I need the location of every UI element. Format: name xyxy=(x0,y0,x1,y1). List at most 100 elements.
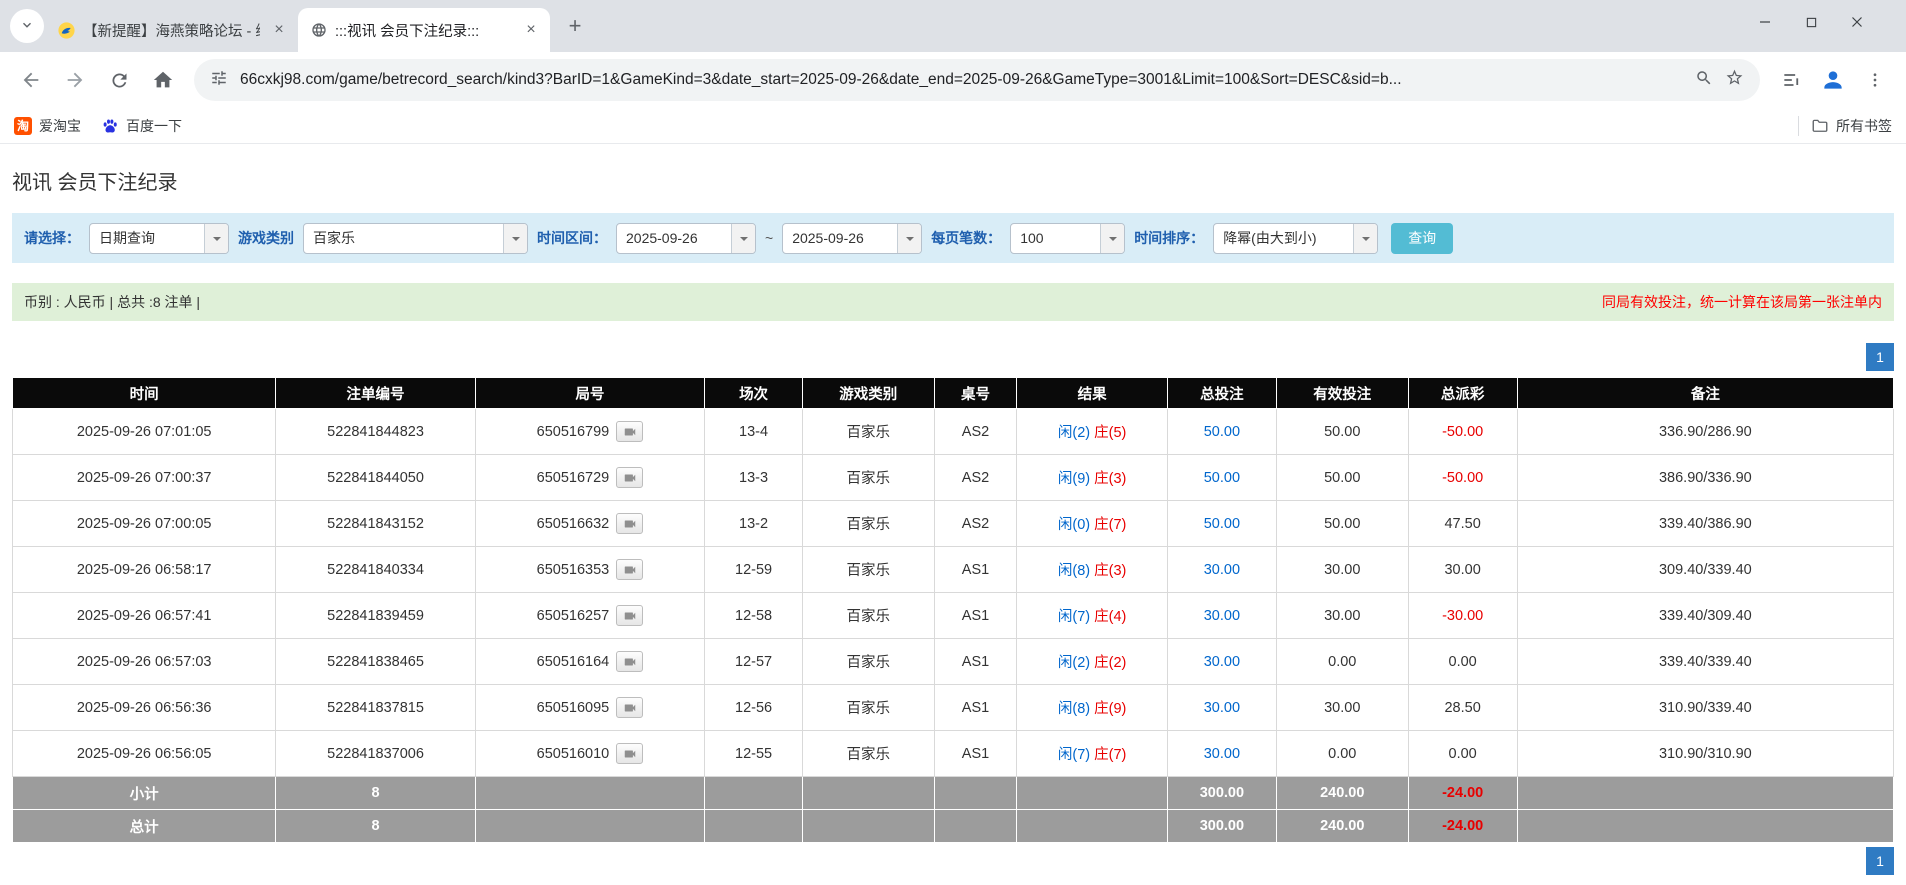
tab-search-button[interactable] xyxy=(10,9,44,43)
chevron-down-icon[interactable] xyxy=(1353,224,1377,253)
result-banker: 庄(3) xyxy=(1094,471,1126,487)
pagination-top: 1 xyxy=(12,343,1894,371)
bookmark-taobao[interactable]: 淘 爱淘宝 xyxy=(14,116,81,136)
cell-time: 2025-09-26 06:58:17 xyxy=(13,547,276,593)
bookmark-star-icon[interactable] xyxy=(1725,68,1744,92)
cell-time: 2025-09-26 06:56:36 xyxy=(13,685,276,731)
cell-round-id: 650516353 xyxy=(475,547,704,593)
result-banker: 庄(7) xyxy=(1094,517,1126,533)
total-bet-link[interactable]: 30.00 xyxy=(1204,700,1240,716)
tab-betrecord[interactable]: :::视讯 会员下注纪录::: × xyxy=(298,8,550,52)
video-replay-icon[interactable] xyxy=(616,743,643,764)
chevron-down-icon[interactable] xyxy=(897,224,921,253)
cell-payout: 47.50 xyxy=(1408,501,1517,547)
tab-close-icon[interactable]: × xyxy=(268,19,290,41)
total-bet-link[interactable]: 30.00 xyxy=(1204,654,1240,670)
address-bar[interactable]: 66cxkj98.com/game/betrecord_search/kind3… xyxy=(194,59,1760,101)
bookmark-label: 爱淘宝 xyxy=(39,116,81,136)
video-replay-icon[interactable] xyxy=(616,605,643,626)
game-type-select[interactable]: 百家乐 xyxy=(303,223,528,254)
divider xyxy=(1798,116,1799,136)
col-header-session: 场次 xyxy=(705,378,803,409)
total-bet-link[interactable]: 30.00 xyxy=(1204,608,1240,624)
col-header-game: 游戏类别 xyxy=(802,378,934,409)
result-player: 闲(8) xyxy=(1058,563,1090,579)
date-end-input[interactable]: 2025-09-26 xyxy=(782,223,922,254)
result-banker: 庄(7) xyxy=(1094,747,1126,763)
query-type-select[interactable]: 日期查询 xyxy=(89,223,229,254)
cell-total-bet: 30.00 xyxy=(1167,731,1276,777)
query-type-label: 请选择： xyxy=(24,228,80,248)
cell-game: 百家乐 xyxy=(802,731,934,777)
extensions-icon[interactable] xyxy=(1770,59,1812,101)
video-replay-icon[interactable] xyxy=(616,651,643,672)
forward-button[interactable] xyxy=(54,59,96,101)
chevron-down-icon[interactable] xyxy=(503,224,527,253)
video-replay-icon[interactable] xyxy=(616,559,643,580)
cell-remark: 339.40/339.40 xyxy=(1517,639,1893,685)
round-id-text: 650516799 xyxy=(537,424,610,440)
table-footer: 小计 8 300.00 240.00 -24.00 总计 8 300.00 24… xyxy=(13,777,1894,843)
zoom-icon[interactable] xyxy=(1695,69,1713,92)
new-tab-button[interactable]: + xyxy=(558,9,592,43)
cell-table-no: AS2 xyxy=(934,409,1017,455)
chevron-down-icon[interactable] xyxy=(1100,224,1124,253)
back-button[interactable] xyxy=(10,59,52,101)
search-button[interactable]: 查询 xyxy=(1391,223,1453,254)
total-bet-link[interactable]: 30.00 xyxy=(1204,746,1240,762)
cell-time: 2025-09-26 06:57:03 xyxy=(13,639,276,685)
tab-close-icon[interactable]: × xyxy=(520,19,542,41)
video-replay-icon[interactable] xyxy=(616,513,643,534)
tab-forum[interactable]: 【新提醒】海燕策略论坛 - 综合 × xyxy=(46,8,298,52)
col-header-result: 结果 xyxy=(1017,378,1167,409)
all-bookmarks-button[interactable]: 所有书签 xyxy=(1811,116,1892,136)
date-range-label: 时间区间： xyxy=(537,228,607,248)
col-header-round-id: 局号 xyxy=(475,378,704,409)
result-player: 闲(0) xyxy=(1058,517,1090,533)
total-bet-link[interactable]: 50.00 xyxy=(1204,470,1240,486)
total-bet-link[interactable]: 50.00 xyxy=(1204,516,1240,532)
cell-round-id: 650516257 xyxy=(475,593,704,639)
table-row: 2025-09-26 06:58:17 522841840334 6505163… xyxy=(13,547,1894,593)
maximize-button[interactable] xyxy=(1788,0,1834,44)
summary-currency-count: 币别 : 人民币 | 总共 :8 注单 | xyxy=(24,292,200,312)
date-start-input[interactable]: 2025-09-26 xyxy=(616,223,756,254)
total-bet-link[interactable]: 30.00 xyxy=(1204,562,1240,578)
page-number-button[interactable]: 1 xyxy=(1866,343,1894,371)
cell-valid-bet: 0.00 xyxy=(1276,639,1408,685)
cell-valid-bet: 30.00 xyxy=(1276,685,1408,731)
cell-session: 12-55 xyxy=(705,731,803,777)
cell-session: 13-3 xyxy=(705,455,803,501)
cell-table-no: AS1 xyxy=(934,685,1017,731)
cell-payout: -50.00 xyxy=(1408,409,1517,455)
site-settings-icon[interactable] xyxy=(210,69,228,92)
minimize-button[interactable] xyxy=(1742,0,1788,44)
chevron-down-icon[interactable] xyxy=(204,224,228,253)
bet-records-table: 时间 注单编号 局号 场次 游戏类别 桌号 结果 总投注 有效投注 总派彩 备注… xyxy=(12,377,1894,843)
refresh-button[interactable] xyxy=(98,59,140,101)
page-number-button[interactable]: 1 xyxy=(1866,847,1894,875)
cell-bet-id: 522841844050 xyxy=(276,455,475,501)
page-size-select[interactable]: 100 xyxy=(1010,223,1125,254)
cell-round-id: 650516632 xyxy=(475,501,704,547)
menu-kebab-icon[interactable] xyxy=(1854,59,1896,101)
cell-time: 2025-09-26 07:01:05 xyxy=(13,409,276,455)
video-replay-icon[interactable] xyxy=(616,421,643,442)
date-start-value: 2025-09-26 xyxy=(617,230,731,246)
sort-order-select[interactable]: 降幂(由大到小) xyxy=(1213,223,1378,254)
profile-avatar[interactable] xyxy=(1816,63,1850,97)
video-replay-icon[interactable] xyxy=(616,467,643,488)
tab-title: 【新提醒】海燕策略论坛 - 综合 xyxy=(83,20,260,41)
home-button[interactable] xyxy=(142,59,184,101)
total-bet-link[interactable]: 50.00 xyxy=(1204,424,1240,440)
video-replay-icon[interactable] xyxy=(616,697,643,718)
chevron-down-icon[interactable] xyxy=(731,224,755,253)
cell-remark: 339.40/386.90 xyxy=(1517,501,1893,547)
bookmark-baidu[interactable]: 百度一下 xyxy=(101,116,182,136)
round-id-text: 650516632 xyxy=(537,516,610,532)
close-button[interactable] xyxy=(1834,0,1880,44)
url-text[interactable]: 66cxkj98.com/game/betrecord_search/kind3… xyxy=(240,71,1683,89)
cell-bet-id: 522841837006 xyxy=(276,731,475,777)
bookmark-label: 百度一下 xyxy=(126,116,182,136)
total-count: 8 xyxy=(276,810,475,843)
